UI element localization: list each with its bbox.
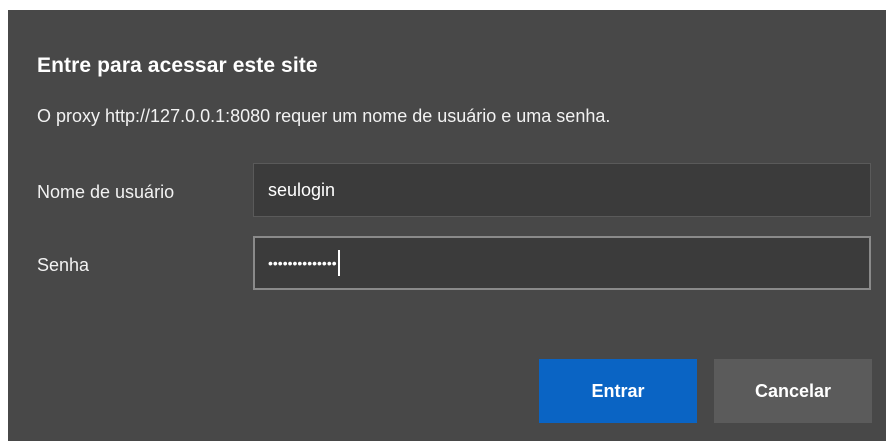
username-input[interactable]: seulogin xyxy=(253,163,871,217)
proxy-auth-dialog: Entre para acessar este site O proxy htt… xyxy=(8,10,886,441)
dialog-title: Entre para acessar este site xyxy=(37,54,318,77)
cancel-button[interactable]: Cancelar xyxy=(714,359,872,423)
dialog-message: O proxy http://127.0.0.1:8080 requer um … xyxy=(37,106,611,126)
username-label: Nome de usuário xyxy=(37,182,175,202)
username-value: seulogin xyxy=(268,179,336,200)
password-mask: •••••••••••••• xyxy=(268,255,337,271)
sign-in-button[interactable]: Entrar xyxy=(539,359,697,423)
password-input[interactable]: •••••••••••••• xyxy=(253,236,871,290)
text-caret xyxy=(337,250,340,276)
password-label: Senha xyxy=(37,255,90,275)
